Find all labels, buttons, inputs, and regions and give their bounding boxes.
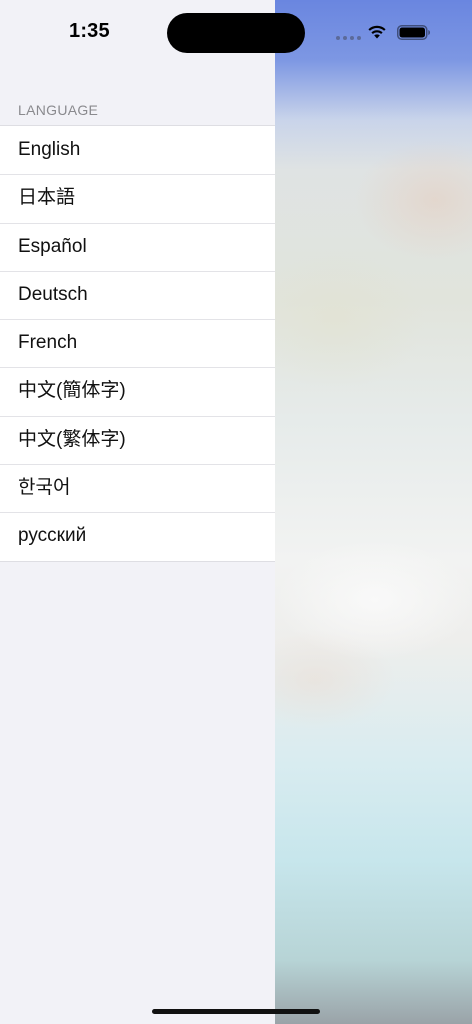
status-time: 1:35: [69, 20, 110, 42]
battery-icon: [397, 25, 430, 40]
wifi-icon: [368, 25, 386, 39]
status-bar: 1:35: [0, 0, 472, 64]
language-option-french[interactable]: French: [0, 319, 275, 367]
language-option-german[interactable]: Deutsch: [0, 270, 275, 319]
language-option-spanish[interactable]: Español: [0, 222, 275, 271]
language-menu-panel: LANGUAGE English 日本語 Español Deutsch Fre…: [0, 0, 275, 1024]
language-option-chinese-simplified[interactable]: 中文(簡体字): [0, 367, 275, 415]
home-indicator[interactable]: [152, 1009, 320, 1014]
language-option-korean[interactable]: 한국어: [0, 464, 275, 512]
blurred-background[interactable]: [275, 0, 472, 1024]
language-option-russian[interactable]: русский: [0, 512, 275, 560]
screen: LANGUAGE English 日本語 Español Deutsch Fre…: [0, 0, 472, 1024]
section-header-language: LANGUAGE: [18, 102, 99, 118]
language-option-chinese-traditional[interactable]: 中文(繁体字): [0, 415, 275, 464]
dynamic-island: [167, 13, 305, 53]
cellular-signal-icon: [336, 36, 361, 40]
language-option-english[interactable]: English: [0, 126, 275, 174]
language-option-japanese[interactable]: 日本語: [0, 174, 275, 222]
language-list: English 日本語 Español Deutsch French 中文(簡体…: [0, 125, 275, 562]
